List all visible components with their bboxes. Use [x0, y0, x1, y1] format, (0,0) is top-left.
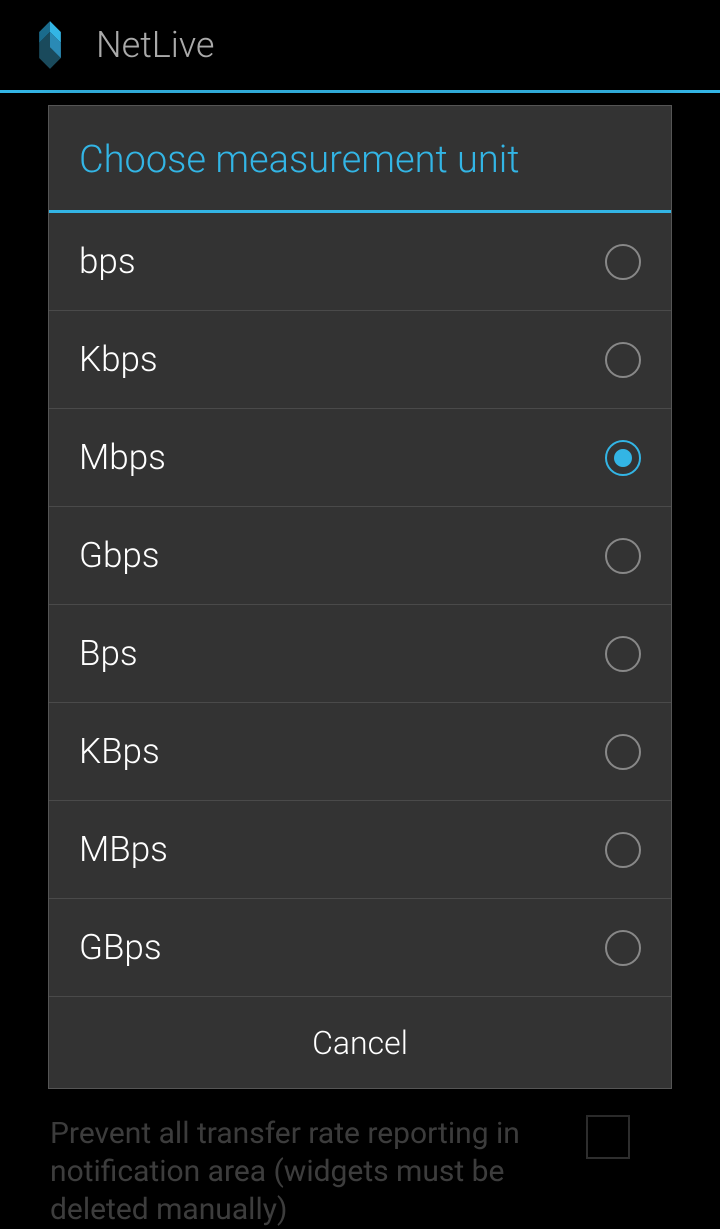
radio-button[interactable]: [605, 538, 641, 574]
option-item-gbps[interactable]: GBps: [49, 899, 671, 996]
measurement-unit-dialog: Choose measurement unit bps Kbps Mbps Gbps B…: [48, 105, 672, 1089]
option-item-mbps[interactable]: Mbps: [49, 409, 671, 507]
option-item-kbps[interactable]: Kbps: [49, 311, 671, 409]
option-label: Kbps: [79, 339, 158, 380]
option-item-bps[interactable]: Bps: [49, 605, 671, 703]
option-label: bps: [79, 241, 136, 282]
option-label: MBps: [79, 829, 168, 870]
radio-button[interactable]: [605, 342, 641, 378]
option-label: KBps: [79, 731, 160, 772]
option-item-gbps[interactable]: Gbps: [49, 507, 671, 605]
option-label: Bps: [79, 633, 138, 674]
radio-dot-icon: [614, 449, 632, 467]
radio-button[interactable]: [605, 734, 641, 770]
option-label: Gbps: [79, 535, 160, 576]
option-item-kbps[interactable]: KBps: [49, 703, 671, 801]
radio-button[interactable]: [605, 244, 641, 280]
cancel-button[interactable]: Cancel: [49, 997, 671, 1088]
radio-button[interactable]: [605, 440, 641, 476]
dialog-title: Choose measurement unit: [49, 106, 671, 210]
app-icon: [24, 19, 76, 71]
action-bar-divider: [0, 90, 720, 93]
option-list: bps Kbps Mbps Gbps Bps KBps MBps GBps: [49, 213, 671, 996]
radio-button[interactable]: [605, 930, 641, 966]
action-bar: NetLive: [0, 0, 720, 90]
option-item-mbps[interactable]: MBps: [49, 801, 671, 899]
option-item-bps[interactable]: bps: [49, 213, 671, 311]
option-label: Mbps: [79, 437, 166, 478]
radio-button[interactable]: [605, 636, 641, 672]
option-label: GBps: [79, 927, 162, 968]
app-title: NetLive: [96, 24, 215, 66]
dialog-footer: Cancel: [49, 996, 671, 1088]
radio-button[interactable]: [605, 832, 641, 868]
